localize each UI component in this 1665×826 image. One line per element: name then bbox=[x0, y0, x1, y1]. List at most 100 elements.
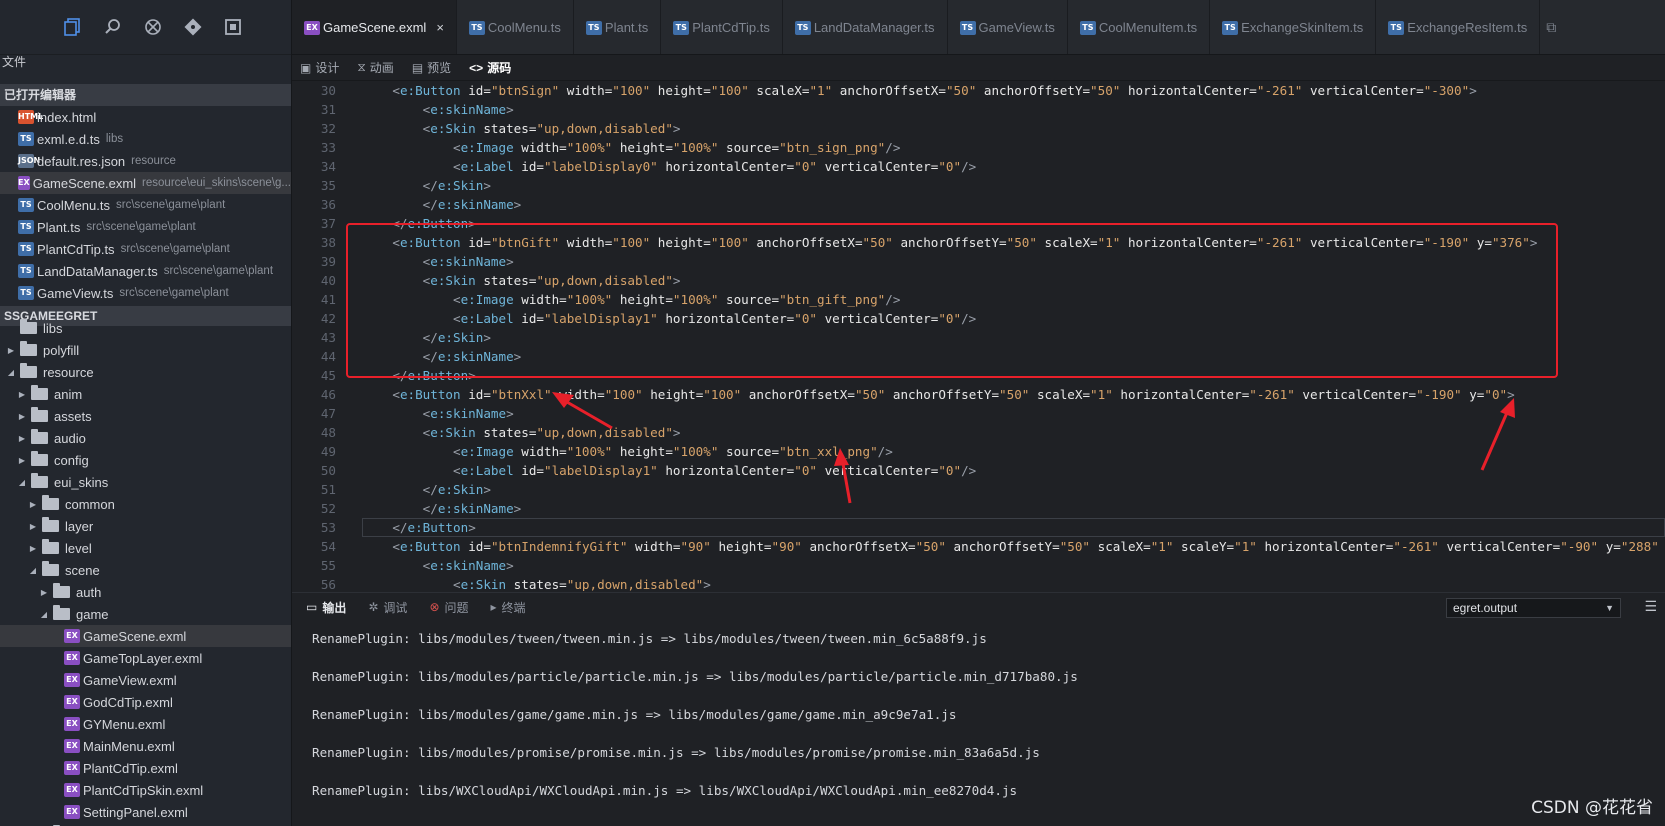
tree-item[interactable]: EX GameView.exml bbox=[0, 669, 291, 691]
open-editor-item[interactable]: HTML index.html bbox=[0, 106, 291, 128]
chevron-right-icon[interactable]: ▶ bbox=[39, 588, 49, 597]
debug-icon[interactable] bbox=[142, 16, 164, 38]
mode-design[interactable]: ▣ 设计 bbox=[300, 59, 339, 76]
line-number: 54 bbox=[320, 539, 336, 554]
tree-item-label: config bbox=[54, 452, 89, 468]
line-content: </e:Button> bbox=[392, 216, 476, 231]
folder-icon bbox=[31, 473, 48, 488]
open-editor-item[interactable]: TS PlantCdTip.ts src\scene\game\plant bbox=[0, 238, 291, 260]
open-editor-item[interactable]: TS exml.e.d.ts libs bbox=[0, 128, 291, 150]
tree-item[interactable]: ◢ eui_skins bbox=[0, 471, 291, 493]
code-line: 42 <e:Label id="labelDisplay1" horizonta… bbox=[292, 309, 1665, 328]
chevron-right-icon[interactable]: ▶ bbox=[6, 346, 16, 355]
line-content: <e:Image width="100%" height="100%" sour… bbox=[453, 444, 893, 459]
file-tree: libs ▶ polyfill ◢ resource ▶ anim ▶ assets ▶ audio… bbox=[0, 317, 291, 826]
code-line: 40 <e:Skin states="up,down,disabled"> bbox=[292, 271, 1665, 290]
folder-icon bbox=[31, 407, 48, 422]
chevron-right-icon[interactable]: ▶ bbox=[28, 522, 38, 531]
open-editors-header[interactable]: 已打开编辑器 bbox=[0, 84, 291, 106]
folder-icon bbox=[42, 517, 59, 532]
source-code-icon: <> bbox=[469, 60, 484, 75]
editor-tabs: EX GameScene.exml × TS CoolMenu.ts TS Plant.ts… bbox=[292, 0, 1665, 55]
code-line: 48 <e:Skin states="up,down,disabled"> bbox=[292, 423, 1665, 442]
tree-item[interactable]: EX MainMenu.exml bbox=[0, 735, 291, 757]
chevron-right-icon[interactable]: ▶ bbox=[28, 544, 38, 553]
mode-preview[interactable]: ▤ 预览 bbox=[412, 59, 451, 76]
tree-item[interactable]: EX GYMenu.exml bbox=[0, 713, 291, 735]
open-editor-item[interactable]: TS GameView.ts src\scene\game\plant bbox=[0, 282, 291, 304]
tree-item[interactable]: EX GameTopLayer.exml bbox=[0, 647, 291, 669]
line-content: <e:Label id="labelDisplay1" horizontalCe… bbox=[453, 463, 977, 478]
chevron-down-icon[interactable]: ◢ bbox=[39, 610, 49, 619]
code-line: 50 <e:Label id="labelDisplay1" horizonta… bbox=[292, 461, 1665, 480]
open-editor-item[interactable]: TS LandDataManager.ts src\scene\game\plant bbox=[0, 260, 291, 282]
tree-item[interactable]: EX GameScene.exml bbox=[0, 625, 291, 647]
extensions-icon[interactable] bbox=[222, 16, 244, 38]
tab-landdatamanager-ts[interactable]: TS LandDataManager.ts bbox=[783, 0, 948, 54]
line-content: <e:skinName> bbox=[422, 406, 514, 421]
tree-item[interactable]: ▶ auth bbox=[0, 581, 291, 603]
search-icon[interactable] bbox=[102, 16, 124, 38]
tree-item[interactable]: EX GodCdTip.exml bbox=[0, 691, 291, 713]
line-content: <e:skinName> bbox=[422, 102, 514, 117]
tree-item[interactable]: ▶ common bbox=[0, 493, 291, 515]
tab-coolmenu-ts[interactable]: TS CoolMenu.ts bbox=[457, 0, 574, 54]
line-number: 37 bbox=[320, 216, 336, 231]
close-icon[interactable]: × bbox=[436, 20, 444, 35]
tab-plant-ts[interactable]: TS Plant.ts bbox=[574, 0, 662, 54]
chevron-right-icon[interactable]: ▶ bbox=[17, 456, 27, 465]
exml-file-icon: EX bbox=[64, 717, 80, 731]
open-editor-item[interactable]: TS Plant.ts src\scene\game\plant bbox=[0, 216, 291, 238]
files-icon[interactable] bbox=[62, 16, 84, 38]
tab-exchangeskinitem-ts[interactable]: TS ExchangeSkinItem.ts bbox=[1210, 0, 1377, 54]
tree-item[interactable]: ▶ config bbox=[0, 449, 291, 471]
panel-tab-debug-console[interactable]: ✲ 调试 bbox=[368, 599, 407, 616]
tree-item[interactable]: libs bbox=[0, 317, 291, 339]
tree-item[interactable]: EX PlantCdTip.exml bbox=[0, 757, 291, 779]
clear-output-icon[interactable]: ☰ bbox=[1644, 598, 1657, 615]
output-channel-select[interactable]: egret.output ▼ bbox=[1446, 598, 1621, 618]
tree-item[interactable]: ▶ layer bbox=[0, 515, 291, 537]
git-icon[interactable] bbox=[182, 16, 204, 38]
chevron-right-icon[interactable]: ▶ bbox=[17, 390, 27, 399]
tab-plantcdtip-ts[interactable]: TS PlantCdTip.ts bbox=[661, 0, 783, 54]
tree-item[interactable]: ▶ level bbox=[0, 537, 291, 559]
code-line: 31 <e:skinName> bbox=[292, 100, 1665, 119]
folder-icon bbox=[20, 319, 37, 334]
split-editor-icon[interactable]: ⧉ bbox=[1540, 0, 1562, 54]
mode-animation[interactable]: ⧖ 动画 bbox=[357, 59, 393, 76]
tree-item[interactable]: EX PlantCdTipSkin.exml bbox=[0, 779, 291, 801]
folder-icon bbox=[20, 341, 37, 356]
tab-gameview-ts[interactable]: TS GameView.ts bbox=[948, 0, 1068, 54]
chevron-down-icon[interactable]: ◢ bbox=[17, 478, 27, 487]
open-editor-item[interactable]: TS CoolMenu.ts src\scene\game\plant bbox=[0, 194, 291, 216]
tab-gamescene-exml[interactable]: EX GameScene.exml × bbox=[292, 0, 457, 54]
chevron-right-icon[interactable]: ▶ bbox=[17, 412, 27, 421]
tree-item[interactable]: ▶ assets bbox=[0, 405, 291, 427]
tree-item-label: common bbox=[65, 496, 115, 512]
chevron-right-icon[interactable]: ▶ bbox=[17, 434, 27, 443]
panel-tab-terminal[interactable]: ▸ 终端 bbox=[491, 599, 526, 616]
mode-source-code[interactable]: <> 源码 bbox=[469, 59, 511, 76]
chevron-down-icon[interactable]: ◢ bbox=[28, 566, 38, 575]
open-editor-item[interactable]: JSON default.res.json resource bbox=[0, 150, 291, 172]
code-editor[interactable]: 30 <e:Button id="btnSign" width="100" he… bbox=[292, 81, 1665, 591]
tree-item[interactable]: ▶ audio bbox=[0, 427, 291, 449]
panel-tab-problems[interactable]: ⊗ 问题 bbox=[429, 599, 468, 616]
folder-icon bbox=[42, 495, 59, 510]
tree-item[interactable]: ◢ scene bbox=[0, 559, 291, 581]
tab-exchangeresitem-ts[interactable]: TS ExchangeResItem.ts bbox=[1376, 0, 1541, 54]
tree-item[interactable]: ▶ polyfill bbox=[0, 339, 291, 361]
code-line: 44 </e:skinName> bbox=[292, 347, 1665, 366]
code-line: 46 <e:Button id="btnXxl" width="100" hei… bbox=[292, 385, 1665, 404]
tree-item[interactable]: ◢ resource bbox=[0, 361, 291, 383]
tab-coolmenuitem-ts[interactable]: TS CoolMenuItem.ts bbox=[1068, 0, 1211, 54]
open-editor-path: src\scene\game\plant bbox=[115, 199, 226, 211]
panel-tab-output[interactable]: ▭ 输出 bbox=[306, 599, 346, 616]
tree-item[interactable]: EX SettingPanel.exml bbox=[0, 801, 291, 823]
tree-item[interactable]: ▶ anim bbox=[0, 383, 291, 405]
chevron-right-icon[interactable]: ▶ bbox=[28, 500, 38, 509]
open-editor-item[interactable]: EX GameScene.exml resource\eui_skins\scene… bbox=[0, 172, 291, 194]
tree-item[interactable]: ◢ game bbox=[0, 603, 291, 625]
chevron-down-icon[interactable]: ◢ bbox=[6, 368, 16, 377]
